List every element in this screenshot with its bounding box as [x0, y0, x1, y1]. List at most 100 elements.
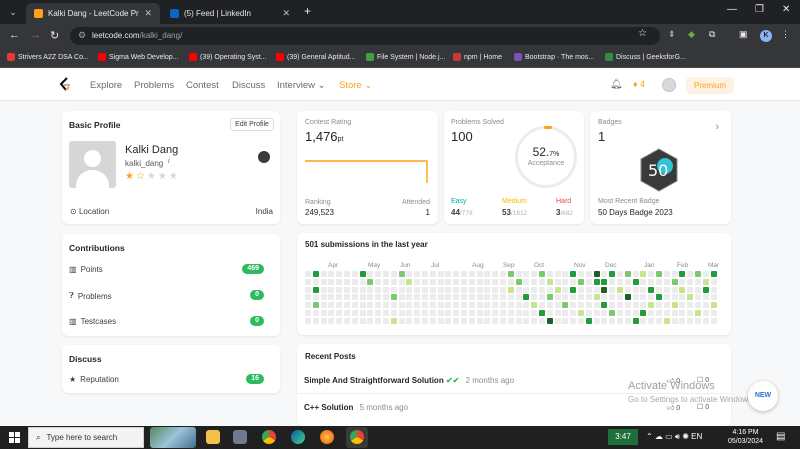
- submission-day-cell[interactable]: [624, 294, 631, 301]
- edge-icon[interactable]: [291, 430, 305, 444]
- browser-menu-icon[interactable]: ⋮: [781, 29, 790, 40]
- submission-day-cell[interactable]: [422, 271, 428, 277]
- submission-day-cell[interactable]: [546, 286, 553, 293]
- submission-day-cell[interactable]: [679, 286, 686, 293]
- submission-day-cell[interactable]: [367, 302, 374, 309]
- submission-day-cell[interactable]: [414, 294, 421, 301]
- submission-day-cell[interactable]: [492, 302, 499, 309]
- submission-day-cell[interactable]: [648, 271, 655, 277]
- bookmark-item[interactable]: (39) Operating Syst...: [189, 53, 267, 61]
- submission-day-cell[interactable]: [383, 271, 389, 277]
- submission-day-cell[interactable]: [617, 310, 623, 316]
- submission-day-cell[interactable]: [507, 302, 514, 309]
- submission-day-cell[interactable]: [476, 302, 483, 309]
- submission-day-cell[interactable]: [546, 294, 553, 301]
- side-panel-icon[interactable]: ▣: [739, 29, 748, 40]
- submission-day-cell[interactable]: [476, 271, 483, 277]
- submission-day-cell[interactable]: [359, 310, 366, 316]
- submission-day-cell[interactable]: [468, 294, 475, 301]
- submission-day-cell[interactable]: [453, 271, 460, 277]
- submission-day-cell[interactable]: [344, 271, 350, 277]
- submission-day-cell[interactable]: [554, 278, 561, 285]
- submission-day-cell[interactable]: [375, 278, 382, 285]
- submission-day-cell[interactable]: [445, 278, 452, 285]
- submission-day-cell[interactable]: [328, 278, 335, 285]
- submission-day-cell[interactable]: [687, 302, 694, 309]
- submission-day-cell[interactable]: [468, 286, 475, 293]
- submission-day-cell[interactable]: [461, 310, 467, 316]
- submission-day-cell[interactable]: [648, 294, 655, 301]
- submission-day-cell[interactable]: [367, 294, 374, 301]
- submission-day-cell[interactable]: [398, 278, 405, 285]
- close-window-icon[interactable]: ✕: [782, 4, 790, 15]
- submission-day-cell[interactable]: [437, 310, 444, 316]
- submission-day-cell[interactable]: [320, 317, 327, 324]
- submission-day-cell[interactable]: [445, 294, 452, 301]
- submission-day-cell[interactable]: [500, 317, 506, 324]
- submission-day-cell[interactable]: [617, 278, 623, 285]
- submission-day-cell[interactable]: [601, 278, 608, 285]
- nav-discuss[interactable]: Discuss: [232, 80, 265, 91]
- post-comments[interactable]: ☐ 0: [697, 403, 709, 411]
- nav-explore[interactable]: Explore: [90, 80, 122, 91]
- submission-day-cell[interactable]: [507, 294, 514, 301]
- submission-day-cell[interactable]: [640, 317, 647, 324]
- submission-day-cell[interactable]: [523, 310, 530, 316]
- system-tray-icons[interactable]: ⌃ ☁ ▭ 🔊︎ ✺ EN: [646, 432, 702, 442]
- submission-day-cell[interactable]: [601, 317, 608, 324]
- submission-day-cell[interactable]: [632, 286, 639, 293]
- submission-day-cell[interactable]: [328, 294, 335, 301]
- post-item[interactable]: C++ Solution 5 months ago: [304, 403, 408, 412]
- bookmark-item[interactable]: Discuss | GeeksforG...: [605, 53, 686, 61]
- submission-day-cell[interactable]: [312, 294, 319, 301]
- submission-day-cell[interactable]: [383, 294, 389, 301]
- submission-day-cell[interactable]: [320, 294, 327, 301]
- submission-day-cell[interactable]: [320, 310, 327, 316]
- submission-day-cell[interactable]: [515, 294, 522, 301]
- submission-day-cell[interactable]: [312, 271, 319, 277]
- submission-day-cell[interactable]: [695, 271, 701, 277]
- submission-day-cell[interactable]: [710, 294, 717, 301]
- badge-50-days-icon[interactable]: 50: [639, 148, 679, 192]
- submission-day-cell[interactable]: [422, 310, 428, 316]
- submission-day-cell[interactable]: [390, 286, 397, 293]
- submission-day-cell[interactable]: [593, 278, 600, 285]
- submission-day-cell[interactable]: [515, 286, 522, 293]
- submission-day-cell[interactable]: [562, 278, 569, 285]
- submission-day-cell[interactable]: [617, 302, 623, 309]
- submission-day-cell[interactable]: [609, 271, 616, 277]
- submission-day-cell[interactable]: [398, 310, 405, 316]
- submission-day-cell[interactable]: [375, 286, 382, 293]
- streak-counter[interactable]: ♦ 4: [633, 79, 645, 89]
- submission-day-cell[interactable]: [305, 271, 311, 277]
- submission-day-cell[interactable]: [305, 278, 311, 285]
- submission-day-cell[interactable]: [578, 294, 584, 301]
- submission-day-cell[interactable]: [461, 286, 467, 293]
- submission-day-cell[interactable]: [492, 317, 499, 324]
- submission-day-cell[interactable]: [351, 294, 358, 301]
- submission-day-cell[interactable]: [640, 278, 647, 285]
- submission-day-cell[interactable]: [484, 286, 491, 293]
- submission-day-cell[interactable]: [359, 286, 366, 293]
- submission-day-cell[interactable]: [578, 317, 584, 324]
- submission-day-cell[interactable]: [562, 310, 569, 316]
- submission-day-cell[interactable]: [593, 310, 600, 316]
- submission-day-cell[interactable]: [328, 310, 335, 316]
- edit-profile-button[interactable]: Edit Profile: [230, 118, 274, 131]
- submission-day-cell[interactable]: [445, 271, 452, 277]
- submission-day-cell[interactable]: [656, 302, 662, 309]
- submission-day-cell[interactable]: [484, 317, 491, 324]
- submission-day-cell[interactable]: [570, 271, 577, 277]
- submission-day-cell[interactable]: [570, 310, 577, 316]
- submission-day-cell[interactable]: [523, 271, 530, 277]
- submission-day-cell[interactable]: [414, 302, 421, 309]
- submission-day-cell[interactable]: [437, 294, 444, 301]
- submission-day-cell[interactable]: [383, 302, 389, 309]
- submission-day-cell[interactable]: [437, 286, 444, 293]
- submission-day-cell[interactable]: [671, 317, 678, 324]
- submission-day-cell[interactable]: [710, 302, 717, 309]
- submission-day-cell[interactable]: [671, 286, 678, 293]
- submission-day-cell[interactable]: [507, 271, 514, 277]
- submission-day-cell[interactable]: [383, 310, 389, 316]
- submission-day-cell[interactable]: [702, 286, 709, 293]
